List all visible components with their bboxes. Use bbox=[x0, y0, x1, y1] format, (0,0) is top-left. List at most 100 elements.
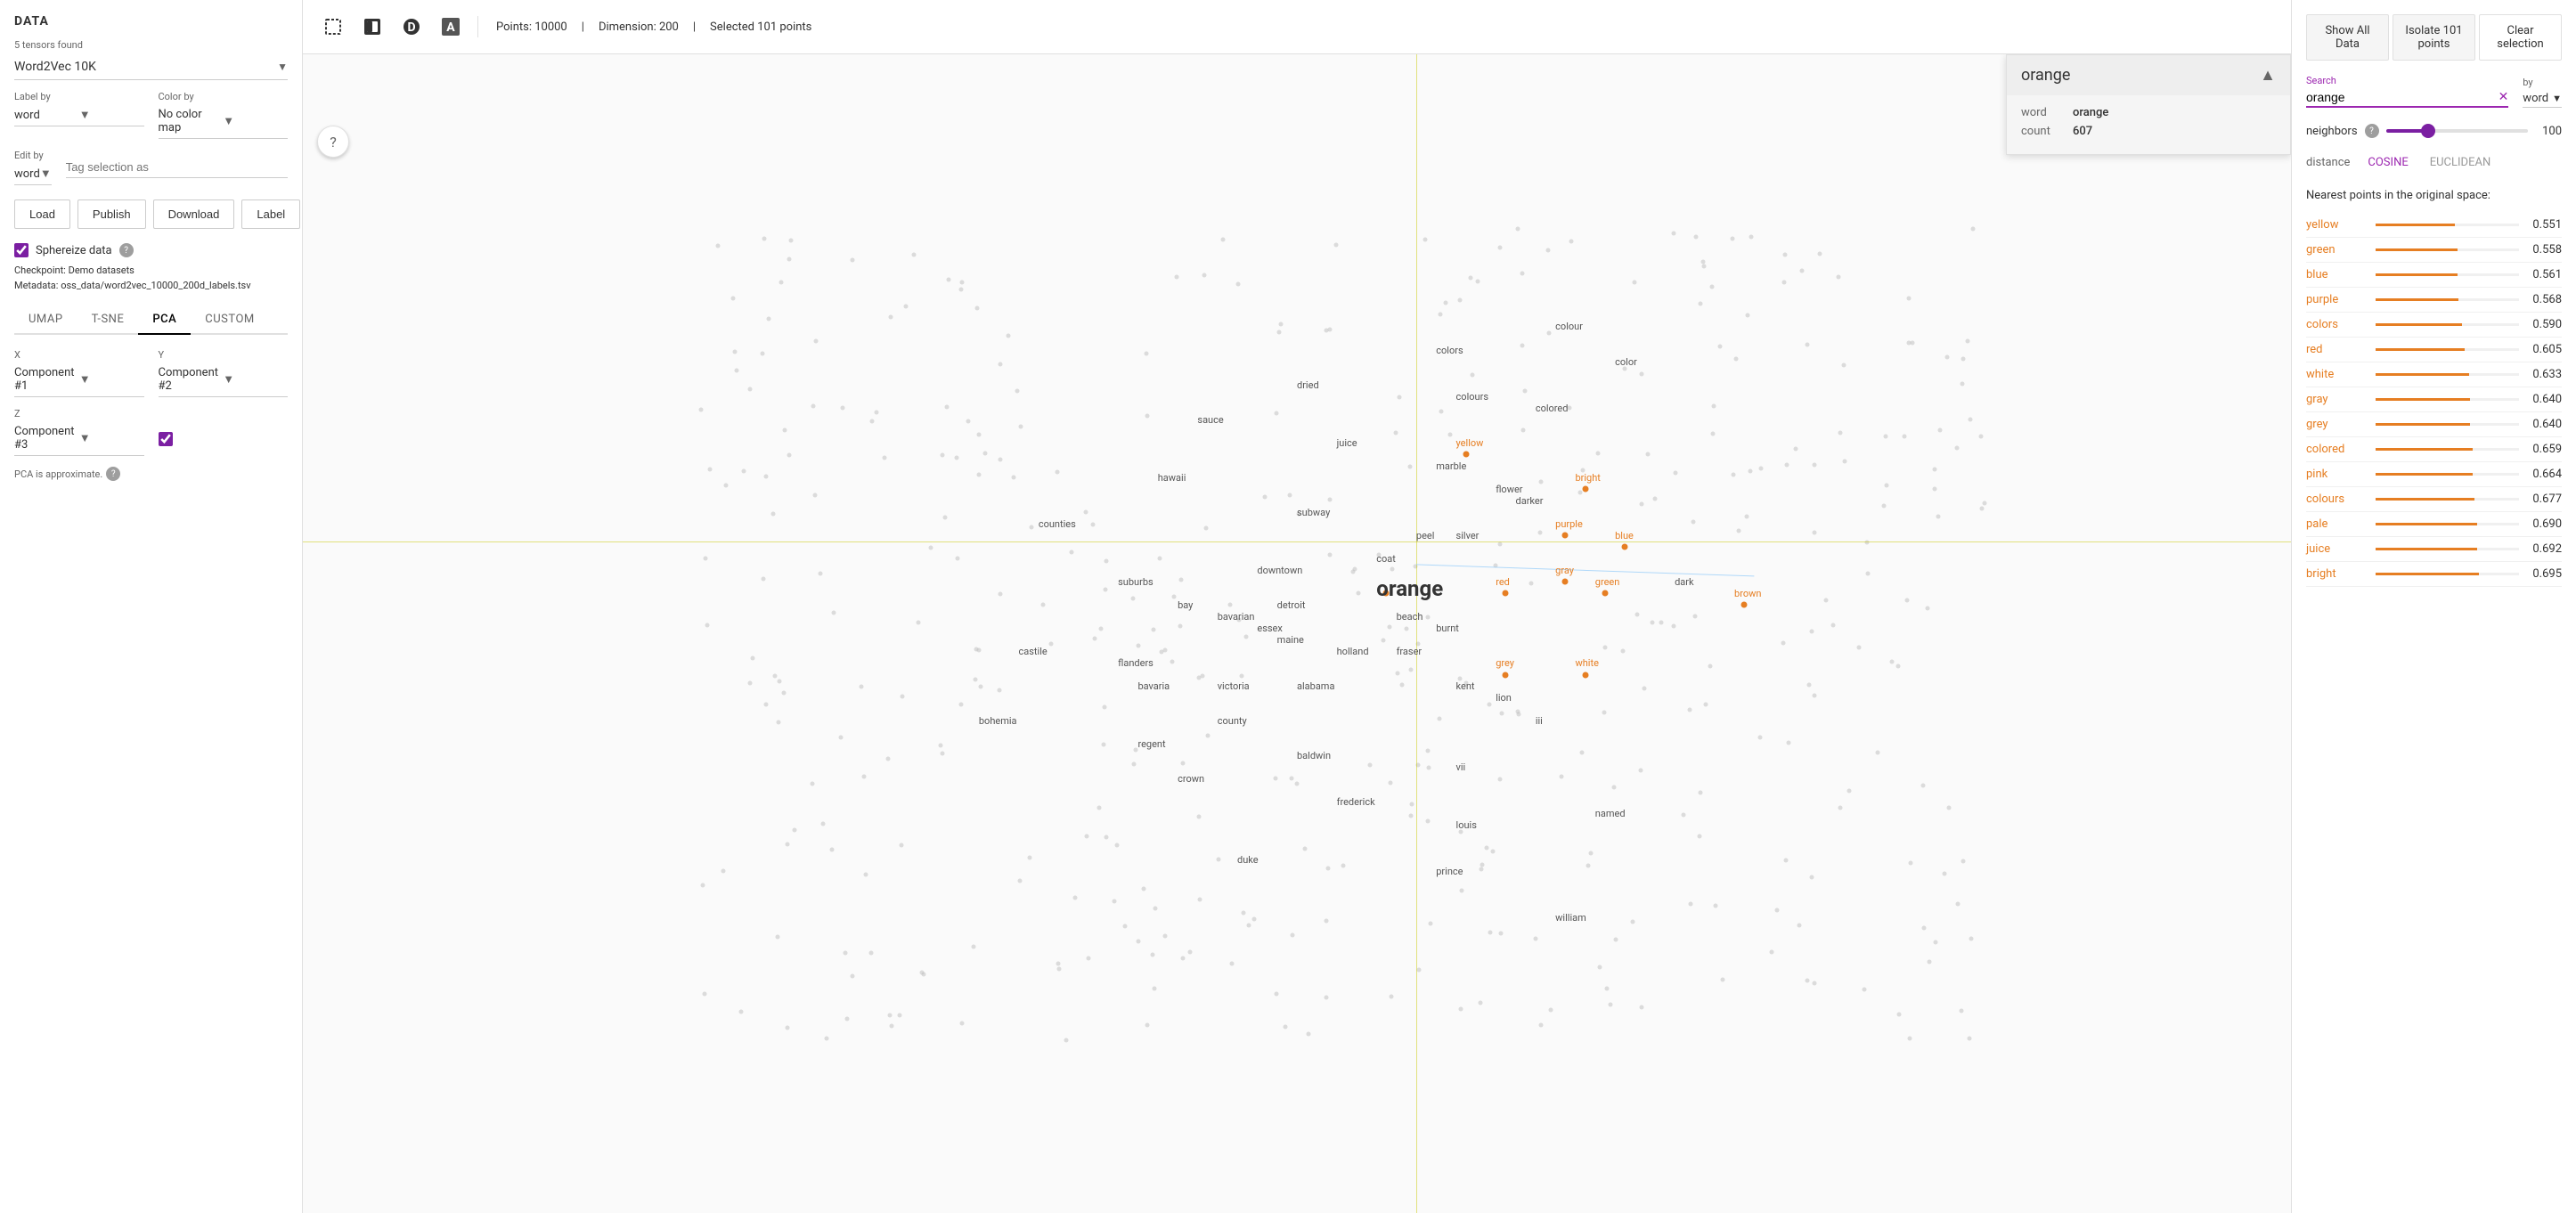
search-input-wrapper: ✕ bbox=[2306, 88, 2508, 108]
scatter-orange-dot bbox=[1463, 452, 1469, 458]
pca-note-text: PCA is approximate. bbox=[14, 468, 102, 480]
scatter-dot bbox=[1279, 322, 1284, 327]
scatter-dot bbox=[1841, 363, 1846, 368]
nearest-bar-bg bbox=[2376, 273, 2519, 276]
night-mode-icon[interactable] bbox=[356, 11, 388, 43]
scatter-dot bbox=[1817, 251, 1822, 256]
list-item[interactable]: red 0.605 bbox=[2306, 338, 2562, 362]
list-item[interactable]: gray 0.640 bbox=[2306, 387, 2562, 412]
z-component-group: Z Component #3 ▼ bbox=[14, 408, 144, 456]
download-button[interactable]: Download bbox=[153, 199, 235, 229]
scatter-dot bbox=[1857, 645, 1862, 649]
clear-selection-button[interactable]: Clear selection bbox=[2479, 14, 2562, 61]
scatter-dot bbox=[1104, 588, 1108, 592]
list-item[interactable]: yellow 0.551 bbox=[2306, 213, 2562, 238]
dataset-dropdown[interactable]: Word2Vec 10K ▼ bbox=[14, 54, 288, 80]
scatter-dot bbox=[1732, 472, 1736, 476]
pca-help-icon[interactable]: ? bbox=[106, 467, 120, 481]
show-all-button[interactable]: Show All Data bbox=[2306, 14, 2389, 61]
scatter-dot bbox=[1241, 910, 1245, 915]
scatter-dot bbox=[1460, 888, 1464, 892]
help-button[interactable]: ? bbox=[317, 126, 349, 158]
tab-custom[interactable]: CUSTOM bbox=[191, 305, 268, 333]
publish-button[interactable]: Publish bbox=[77, 199, 146, 229]
list-item[interactable]: bright 0.695 bbox=[2306, 562, 2562, 587]
scatter-dot bbox=[775, 934, 779, 939]
euclidean-option[interactable]: EUCLIDEAN bbox=[2426, 154, 2495, 171]
info-count-value: 607 bbox=[2073, 125, 2092, 138]
scatter-dot bbox=[1602, 711, 1607, 715]
scatter-plot-area[interactable]: 🏠 ? orange ▲ word orange count 607 bbox=[303, 54, 2291, 1213]
sphereize-checkbox[interactable] bbox=[14, 243, 29, 257]
edit-by-select[interactable]: word ▼ bbox=[14, 163, 52, 185]
scatter-dot bbox=[1252, 917, 1257, 922]
scatter-word: counties bbox=[1039, 518, 1076, 530]
scatter-dot bbox=[851, 974, 855, 979]
z-enabled-checkbox[interactable] bbox=[159, 432, 173, 446]
y-select[interactable]: Component #2 ▼ bbox=[159, 362, 289, 397]
scatter-dot bbox=[1640, 501, 1644, 506]
by-select[interactable]: word ▼ bbox=[2523, 90, 2562, 108]
edit-by-group: Edit by word ▼ bbox=[14, 150, 52, 185]
scatter-word: alabama bbox=[1297, 680, 1334, 692]
scatter-dot bbox=[1328, 497, 1333, 501]
neighbors-slider[interactable] bbox=[2386, 122, 2528, 140]
scatter-dot bbox=[1549, 1007, 1553, 1012]
list-item[interactable]: green 0.558 bbox=[2306, 238, 2562, 263]
neighbors-help-icon[interactable]: ? bbox=[2365, 124, 2379, 138]
left-panel: DATA 5 tensors found Word2Vec 10K ▼ Labe… bbox=[0, 0, 303, 1213]
list-item[interactable]: pink 0.664 bbox=[2306, 462, 2562, 487]
list-item[interactable]: white 0.633 bbox=[2306, 362, 2562, 387]
info-popup-close-icon[interactable]: ▲ bbox=[2260, 66, 2276, 85]
search-clear-icon[interactable]: ✕ bbox=[2499, 90, 2509, 104]
scatter-dot bbox=[1812, 693, 1816, 697]
scatter-dot bbox=[1404, 627, 1408, 631]
scatter-dot bbox=[1642, 686, 1646, 690]
scatter-dot bbox=[1711, 403, 1716, 408]
list-item[interactable]: blue 0.561 bbox=[2306, 263, 2562, 288]
scatter-dot bbox=[1091, 523, 1096, 527]
scatter-word: darker bbox=[1516, 495, 1544, 507]
scatter-dot bbox=[1377, 552, 1382, 557]
scatter-word: county bbox=[1218, 715, 1247, 727]
list-item[interactable]: colors 0.590 bbox=[2306, 313, 2562, 338]
tab-pca[interactable]: PCA bbox=[138, 305, 191, 335]
scatter-dot bbox=[917, 620, 921, 624]
list-item[interactable]: juice 0.692 bbox=[2306, 537, 2562, 562]
z-select[interactable]: Component #3 ▼ bbox=[14, 421, 144, 456]
nearest-bar bbox=[2376, 348, 2465, 351]
x-select[interactable]: Component #1 ▼ bbox=[14, 362, 144, 397]
tab-umap[interactable]: UMAP bbox=[14, 305, 77, 333]
metadata-value: oss_data/word2vec_10000_200d_labels.tsv bbox=[61, 280, 250, 291]
scatter-dot bbox=[1284, 1024, 1288, 1029]
label-mode-icon[interactable]: D bbox=[395, 11, 428, 43]
list-item[interactable]: grey 0.640 bbox=[2306, 412, 2562, 437]
isolate-button[interactable]: Isolate 101 points bbox=[2393, 14, 2475, 61]
search-input[interactable] bbox=[2306, 88, 2495, 106]
cosine-option[interactable]: COSINE bbox=[2364, 154, 2411, 171]
tab-tsne[interactable]: T-SNE bbox=[77, 305, 139, 333]
by-group: by word ▼ bbox=[2523, 77, 2562, 108]
selection-rect-tool[interactable] bbox=[317, 11, 349, 43]
list-item[interactable]: purple 0.568 bbox=[2306, 288, 2562, 313]
list-item[interactable]: pale 0.690 bbox=[2306, 512, 2562, 537]
color-by-value: No color map bbox=[159, 108, 224, 134]
nearest-bar bbox=[2376, 573, 2479, 575]
sphereize-help-icon[interactable]: ? bbox=[119, 243, 134, 257]
label-by-select[interactable]: word ▼ bbox=[14, 104, 144, 126]
scatter-dot bbox=[1468, 275, 1472, 280]
tag-selection-input[interactable] bbox=[66, 157, 288, 178]
scatter-dot bbox=[1356, 590, 1360, 595]
scatter-word: colored bbox=[1536, 403, 1569, 414]
color-by-select[interactable]: No color map ▼ bbox=[159, 104, 289, 139]
text-tool-icon[interactable]: A bbox=[435, 11, 467, 43]
nearest-value: 0.561 bbox=[2526, 268, 2562, 281]
checkpoint-row: Checkpoint: Demo datasets bbox=[14, 265, 288, 276]
list-item[interactable]: colours 0.677 bbox=[2306, 487, 2562, 512]
edit-by-arrow-icon: ▼ bbox=[40, 167, 52, 181]
list-item[interactable]: colored 0.659 bbox=[2306, 437, 2562, 462]
scatter-dot bbox=[904, 305, 909, 309]
load-button[interactable]: Load bbox=[14, 199, 70, 229]
label-button[interactable]: Label bbox=[241, 199, 300, 229]
x-component-group: X Component #1 ▼ bbox=[14, 349, 144, 397]
